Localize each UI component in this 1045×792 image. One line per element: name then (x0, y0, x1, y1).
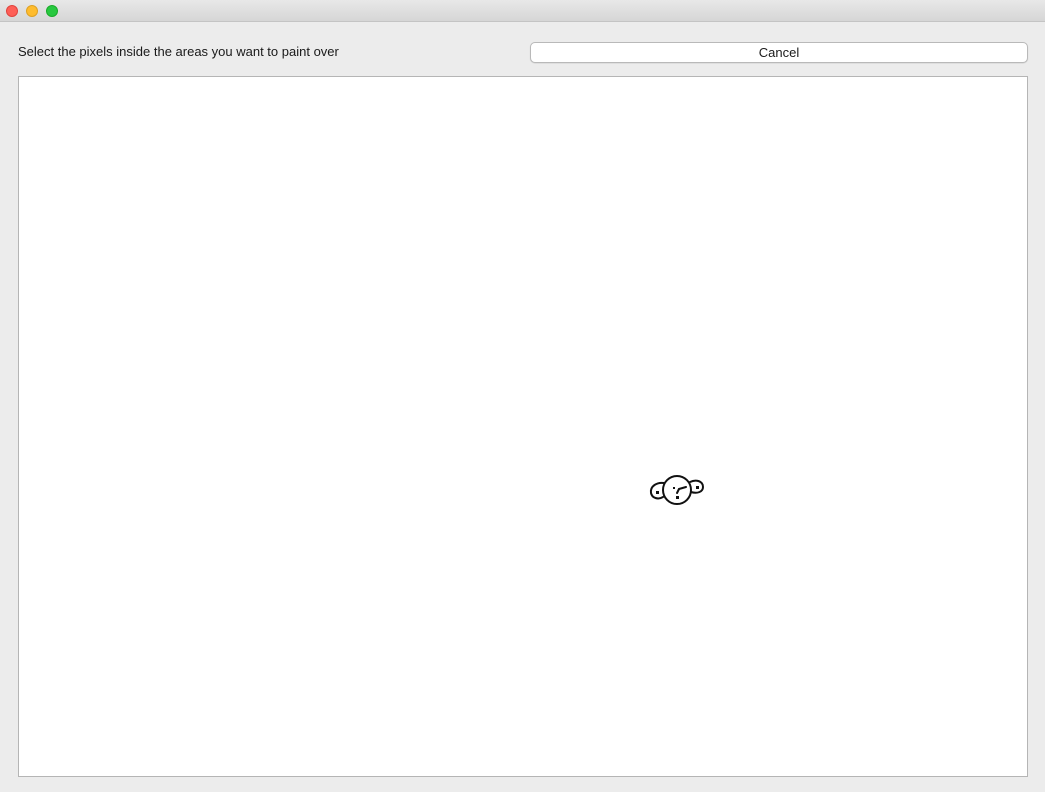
close-window-button[interactable] (6, 5, 18, 17)
title-bar[interactable] (0, 0, 1045, 22)
paint-selection-window: Select the pixels inside the areas you w… (0, 0, 1045, 792)
zoom-window-button[interactable] (46, 5, 58, 17)
cancel-button[interactable]: Cancel (530, 42, 1028, 63)
minimize-window-button[interactable] (26, 5, 38, 17)
pixel-selection-canvas[interactable] (18, 76, 1028, 777)
sketch-drawing (649, 475, 704, 505)
instruction-text: Select the pixels inside the areas you w… (18, 44, 339, 59)
